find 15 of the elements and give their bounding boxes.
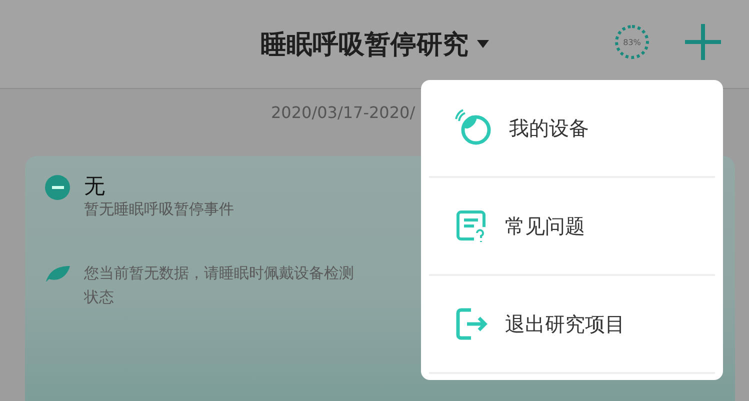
menu-item[interactable]: 退出研究项目 <box>429 276 715 374</box>
page-title[interactable]: 睡眠呼吸暂停研究 <box>260 26 468 62</box>
status-note: 暂无睡眠呼吸暂停事件 <box>84 200 234 219</box>
menu-item[interactable]: 常见问题 <box>429 178 715 276</box>
caret-icon[interactable] <box>476 40 488 48</box>
tip-text: 状态 <box>84 287 115 308</box>
status-text: 无 <box>84 173 106 200</box>
date-range: 2020/03/17-2020/ <box>270 102 416 124</box>
progress-ring: 83% <box>615 25 649 59</box>
menu-item[interactable]: 我的设备 <box>429 80 715 178</box>
exit-icon <box>455 307 489 341</box>
leaf-icon <box>45 265 70 283</box>
minus-icon <box>45 175 70 200</box>
tip-text: 您当前暂无数据，请睡眠时佩戴设备检测 <box>84 263 354 284</box>
device-icon <box>455 109 493 147</box>
